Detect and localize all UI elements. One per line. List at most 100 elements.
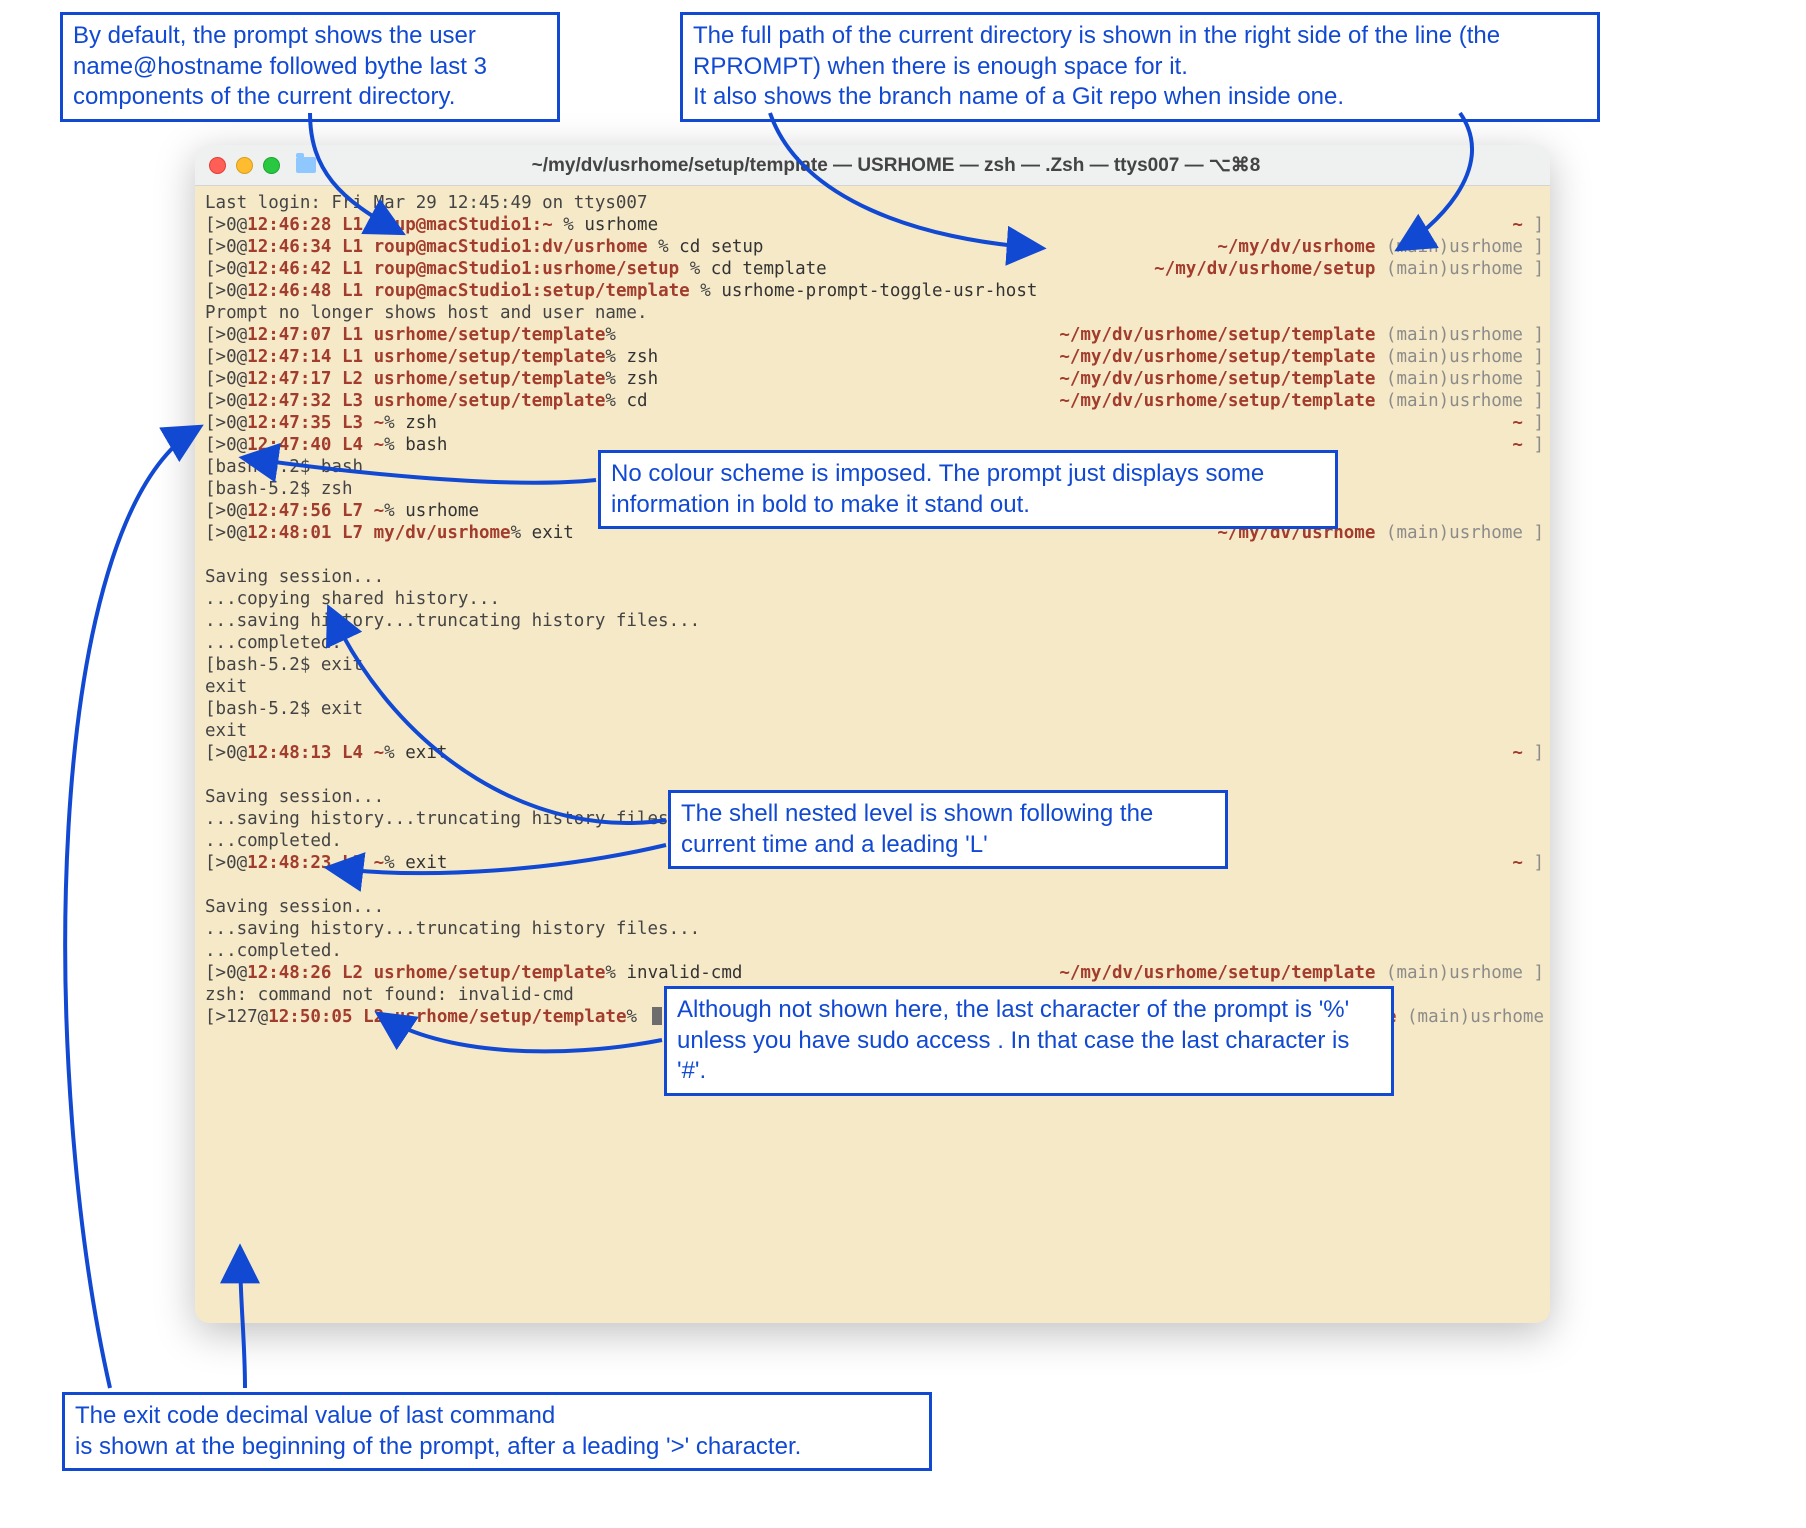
- rprompt-tilde: ~: [1512, 435, 1523, 455]
- rprompt: ~/my/dv/usrhome/setup/template (main)usr…: [1059, 346, 1544, 368]
- prompt-left: [>0@12:48:23 L3 ~% exit: [205, 852, 447, 874]
- prompt-time: 12:47:14: [247, 347, 331, 367]
- prompt-host-path: usrhome/setup/template: [374, 391, 606, 411]
- canvas: { "callouts": { "topLeft": "By default, …: [0, 0, 1806, 1528]
- output-line: ...completed.: [205, 632, 342, 654]
- rprompt-bracket: ]: [1523, 963, 1544, 983]
- exit-code: [>127@: [205, 1007, 268, 1027]
- bash-prompt-line: [bash-5.2$ bash: [205, 456, 363, 478]
- prompt-level: L1: [342, 259, 363, 279]
- prompt-level: L1: [342, 215, 363, 235]
- terminal-line: [205, 544, 1544, 566]
- rprompt-bracket: ]: [1523, 369, 1544, 389]
- prompt-time: 12:48:13: [247, 743, 331, 763]
- callout-nested-level: The shell nested level is shown followin…: [668, 790, 1228, 869]
- rprompt-path: ~/my/dv/usrhome/setup/template: [1059, 391, 1375, 411]
- terminal-body[interactable]: Last login: Fri Mar 29 12:45:49 on ttys0…: [195, 186, 1550, 1034]
- exit-code: [>0@: [205, 743, 247, 763]
- prompt-level: L2: [363, 1007, 384, 1027]
- prompt-symbol: %: [553, 215, 585, 235]
- exit-code: [>0@: [205, 259, 247, 279]
- callout-rprompt: The full path of the current directory i…: [680, 12, 1600, 122]
- prompt-level: L3: [342, 853, 363, 873]
- rprompt-label: usrhome: [1449, 237, 1523, 257]
- command-text: exit: [405, 743, 447, 763]
- terminal-line: Saving session...: [205, 896, 1544, 918]
- command-text: zsh: [627, 347, 659, 367]
- rprompt-path: ~/my/dv/usrhome/setup/template: [1059, 963, 1375, 983]
- rprompt-tilde: ~: [1512, 215, 1523, 235]
- prompt-time: 12:46:34: [247, 237, 331, 257]
- rprompt-branch: (main): [1375, 347, 1449, 367]
- prompt-host-path: ~: [374, 413, 385, 433]
- prompt-time: 12:46:48: [247, 281, 331, 301]
- output-line: ...completed.: [205, 830, 342, 852]
- rprompt-path: ~/my/dv/usrhome: [1217, 237, 1375, 257]
- command-text: bash: [405, 435, 447, 455]
- prompt-level: L1: [342, 347, 363, 367]
- prompt-left: [>0@12:46:48 L1 roup@macStudio1:setup/te…: [205, 280, 1037, 302]
- prompt-symbol: %: [605, 347, 626, 367]
- prompt-host-path: usrhome/setup/template: [374, 963, 606, 983]
- prompt-host-path: usrhome/setup/template: [374, 369, 606, 389]
- terminal-line: [205, 874, 1544, 896]
- folder-icon: [296, 157, 316, 173]
- rprompt-branch: (main): [1375, 523, 1449, 543]
- rprompt-bracket: ]: [1523, 853, 1544, 873]
- prompt-host-path: roup@macStudio1:~: [374, 215, 553, 235]
- rprompt: ~/my/dv/usrhome/setup (main)usrhome ]: [1154, 258, 1544, 280]
- exit-code: [>0@: [205, 413, 247, 433]
- rprompt-bracket: ]: [1523, 259, 1544, 279]
- rprompt: ~ ]: [1512, 852, 1544, 874]
- prompt-left: [>0@12:47:35 L3 ~% zsh: [205, 412, 437, 434]
- bash-prompt-line: [bash-5.2$ exit: [205, 654, 363, 676]
- prompt-level: L7: [342, 501, 363, 521]
- output-line: exit: [205, 676, 247, 698]
- prompt-time: 12:48:01: [247, 523, 331, 543]
- rprompt-label: usrhome: [1449, 523, 1523, 543]
- terminal-line: ...completed.: [205, 940, 1544, 962]
- rprompt-bracket: ]: [1523, 237, 1544, 257]
- command-text: cd: [627, 391, 648, 411]
- terminal-line: [>0@12:46:42 L1 roup@macStudio1:usrhome/…: [205, 258, 1544, 280]
- prompt-level: L1: [342, 281, 363, 301]
- command-text: invalid-cmd: [627, 963, 743, 983]
- prompt-symbol: %: [384, 853, 405, 873]
- command-text: zsh: [627, 369, 659, 389]
- prompt-symbol: %: [384, 743, 405, 763]
- rprompt-label: usrhome: [1449, 369, 1523, 389]
- exit-code: [>0@: [205, 347, 247, 367]
- cursor: [652, 1007, 662, 1025]
- rprompt-path: ~/my/dv/usrhome/setup/template: [1059, 325, 1375, 345]
- prompt-left: [>0@12:47:07 L1 usrhome/setup/template%: [205, 324, 627, 346]
- exit-code: [>0@: [205, 281, 247, 301]
- command-text: usrhome: [405, 501, 479, 521]
- prompt-host-path: ~: [374, 743, 385, 763]
- prompt-level: L7: [342, 523, 363, 543]
- terminal-line: [>0@12:47:32 L3 usrhome/setup/template% …: [205, 390, 1544, 412]
- prompt-host-path: usrhome/setup/template: [395, 1007, 627, 1027]
- rprompt: ~ ]: [1512, 434, 1544, 456]
- rprompt-tilde: ~: [1512, 853, 1523, 873]
- prompt-left: [>0@12:48:26 L2 usrhome/setup/template% …: [205, 962, 742, 984]
- exit-code: [>0@: [205, 237, 247, 257]
- prompt-time: 12:47:35: [247, 413, 331, 433]
- terminal-line: Prompt no longer shows host and user nam…: [205, 302, 1544, 324]
- prompt-level: L3: [342, 413, 363, 433]
- rprompt-path: ~/my/dv/usrhome/setup/template: [1059, 347, 1375, 367]
- close-icon[interactable]: [209, 157, 226, 174]
- prompt-symbol: %: [648, 237, 680, 257]
- prompt-level: L2: [342, 369, 363, 389]
- minimize-icon[interactable]: [236, 157, 253, 174]
- command-text: cd template: [711, 259, 827, 279]
- rprompt-path: ~/my/dv/usrhome/setup/template: [1059, 369, 1375, 389]
- prompt-symbol: %: [605, 391, 626, 411]
- rprompt-bracket: ]: [1523, 391, 1544, 411]
- prompt-time: 12:48:26: [247, 963, 331, 983]
- rprompt: ~/my/dv/usrhome/setup/template (main)usr…: [1059, 962, 1544, 984]
- terminal-window[interactable]: ~/my/dv/usrhome/setup/template — USRHOME…: [195, 145, 1550, 1323]
- prompt-level: L3: [342, 391, 363, 411]
- prompt-symbol: %: [384, 413, 405, 433]
- terminal-line: [>0@12:46:48 L1 roup@macStudio1:setup/te…: [205, 280, 1544, 302]
- exit-code: [>0@: [205, 391, 247, 411]
